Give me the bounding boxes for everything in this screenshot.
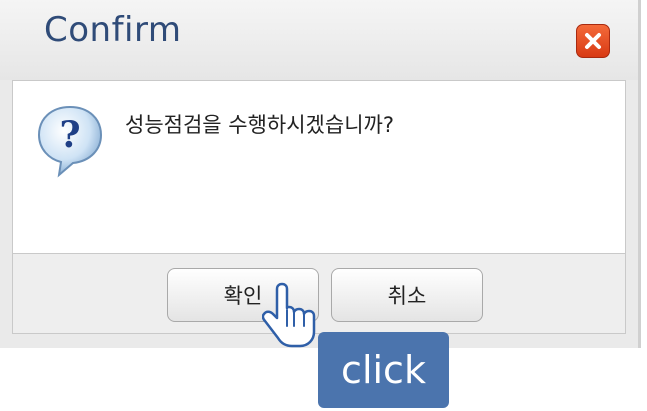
dialog-content: ? 성능점검을 수행하시겠습니까? [12, 80, 626, 254]
hand-pointer-icon [262, 282, 316, 348]
question-icon: ? [37, 105, 103, 178]
dialog-message: 성능점검을 수행하시겠습니까? [125, 113, 394, 137]
confirm-dialog: Confirm ? 성능점검을 수행하시겠습니까? 확인 취소 [0, 0, 641, 348]
dialog-titlebar: Confirm [0, 0, 638, 80]
close-icon [585, 33, 601, 49]
dialog-footer: 확인 취소 [12, 254, 626, 334]
svg-text:?: ? [59, 114, 80, 156]
click-annotation-label: click [318, 332, 449, 408]
cancel-button[interactable]: 취소 [331, 268, 483, 322]
close-button[interactable] [576, 24, 610, 58]
dialog-title: Confirm [44, 10, 182, 50]
